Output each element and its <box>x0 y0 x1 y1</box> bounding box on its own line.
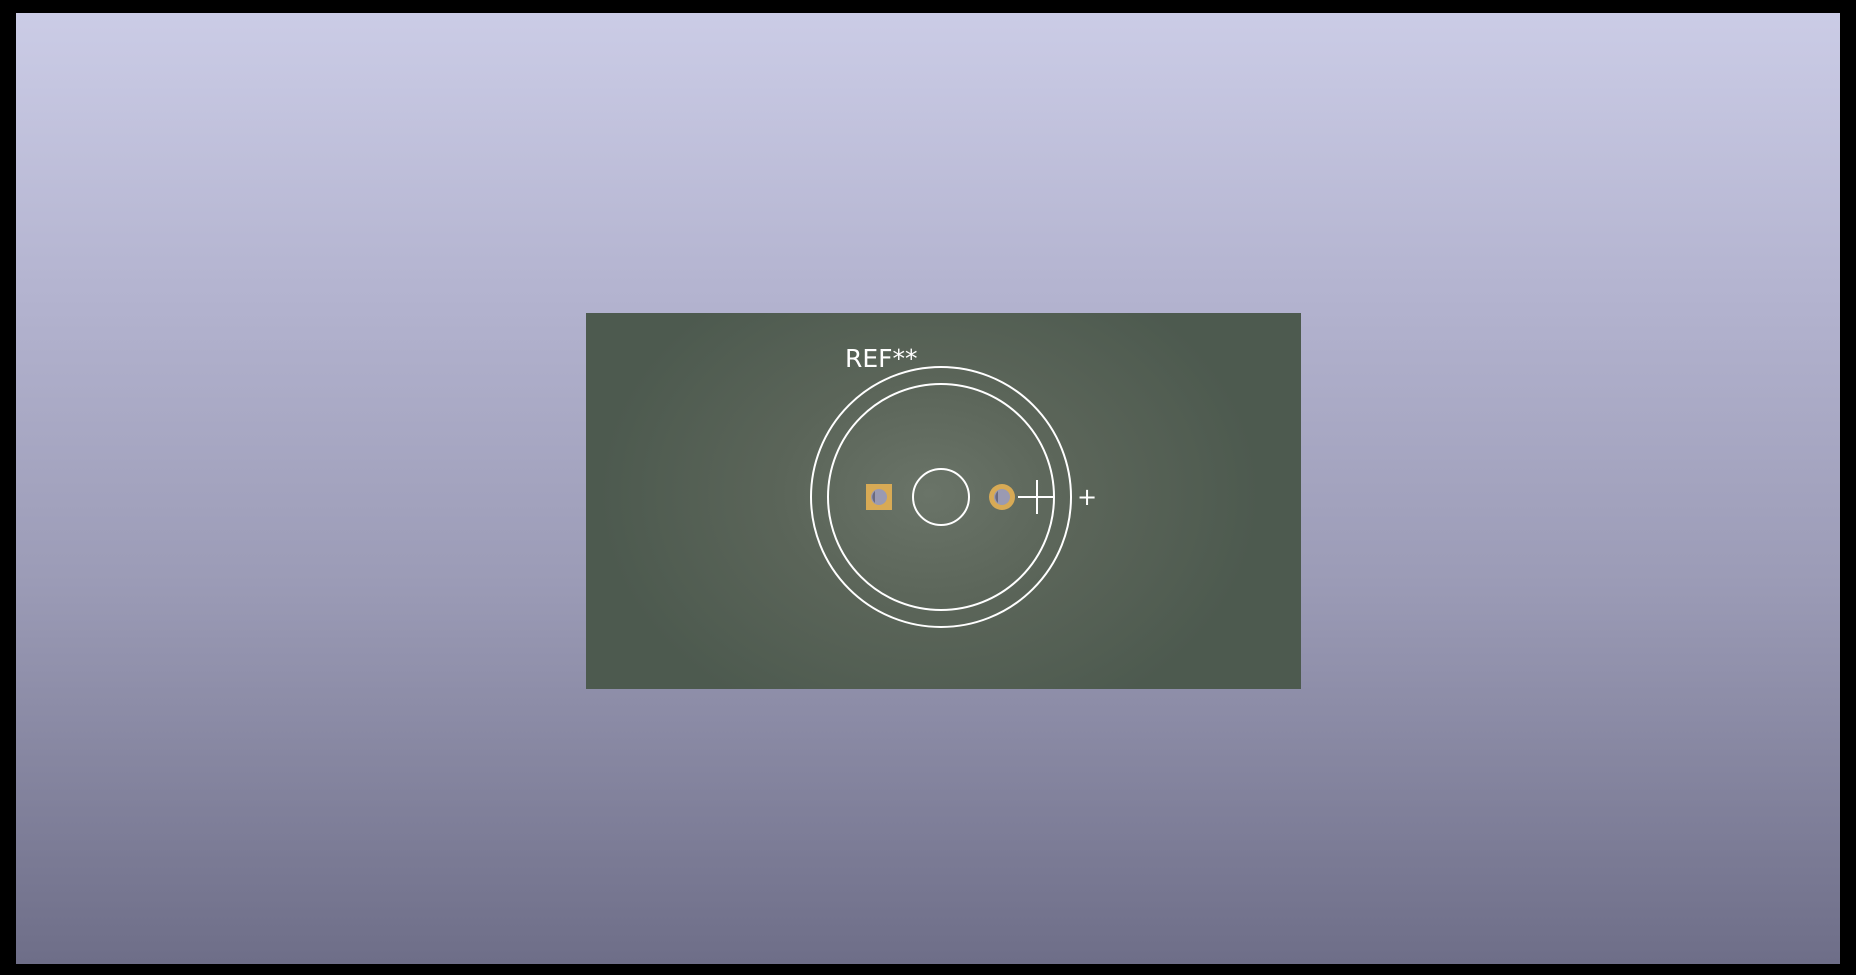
pad-2-round[interactable] <box>989 484 1015 510</box>
pcb-board: REF** + <box>586 313 1301 689</box>
3d-viewer-canvas[interactable]: REF** + <box>16 13 1840 964</box>
pad-1-square[interactable] <box>866 484 892 510</box>
polarity-cross-mark <box>1018 480 1054 514</box>
footprint-drawing: REF** + <box>810 344 1097 628</box>
polarity-plus-label: + <box>1077 483 1097 511</box>
reference-designator: REF** <box>845 344 918 373</box>
center-circle <box>912 468 970 526</box>
